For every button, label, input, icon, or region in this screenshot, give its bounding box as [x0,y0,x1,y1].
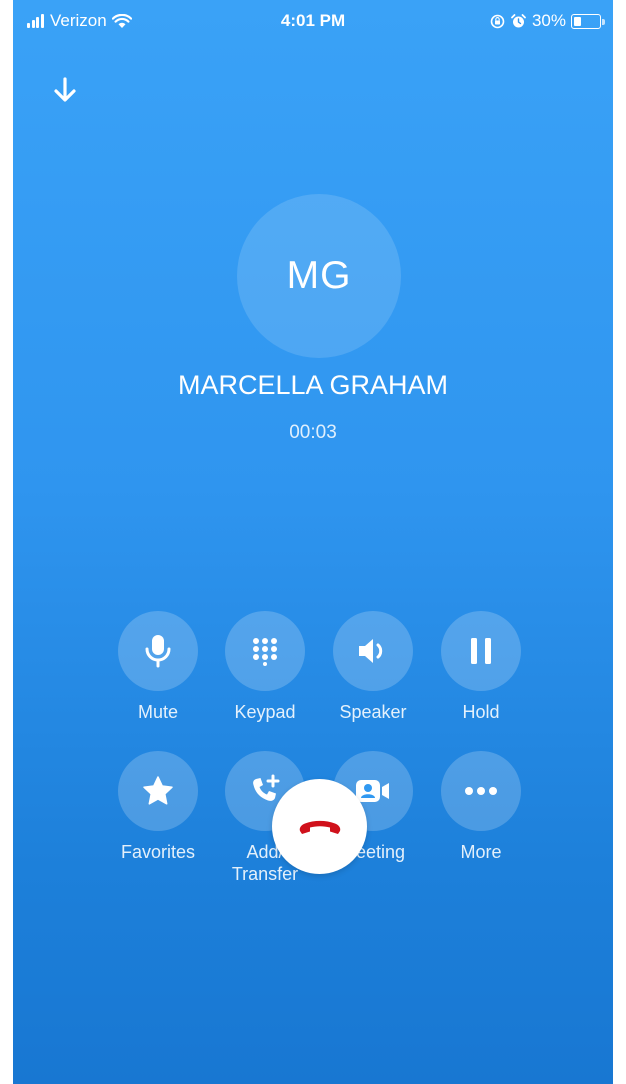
alarm-icon [511,13,526,27]
minimize-call-button[interactable] [49,74,81,106]
arrow-down-icon [54,77,76,102]
more-circle[interactable] [441,751,521,831]
favorites-button[interactable]: Favorites [103,751,213,863]
call-duration: 00:03 [289,422,337,443]
speaker-circle[interactable] [333,611,413,691]
hold-button[interactable]: Hold [426,611,536,723]
mute-label: Mute [137,702,179,722]
keypad-label: Keypad [234,702,296,722]
mute-circle[interactable] [118,611,198,691]
hold-circle[interactable] [441,611,521,691]
star-icon [143,776,173,805]
status-right: 30% [490,11,605,31]
caller-name: MARCELLA GRAHAM [177,370,449,400]
speaker-label: Speaker [339,702,407,722]
battery-icon [571,13,605,29]
speaker-button[interactable]: Speaker [318,611,428,723]
battery-percent: 30% [531,11,566,30]
keypad-button[interactable]: Keypad [210,611,320,723]
call-screen: Verizon 4:01 PM 30% MG MARCELLA GRAHAM 0… [13,0,613,1084]
hang-up-icon [299,820,340,834]
caller-initials: MG [286,254,352,297]
keypad-icon [253,638,277,666]
favorites-label: Favorites [120,842,196,862]
status-bar: Verizon 4:01 PM 30% [13,0,613,40]
end-call-button[interactable] [272,779,367,874]
hold-label: Hold [462,702,500,722]
caller-avatar: MG [237,194,401,358]
more-icon [465,787,497,795]
rotation-lock-icon [490,14,505,28]
more-button[interactable]: More [426,751,536,863]
speaker-icon [359,639,383,663]
pause-icon [471,638,491,664]
more-label: More [460,842,502,862]
favorites-circle[interactable] [118,751,198,831]
microphone-icon [145,635,171,668]
keypad-circle[interactable] [225,611,305,691]
mute-button[interactable]: Mute [103,611,213,723]
